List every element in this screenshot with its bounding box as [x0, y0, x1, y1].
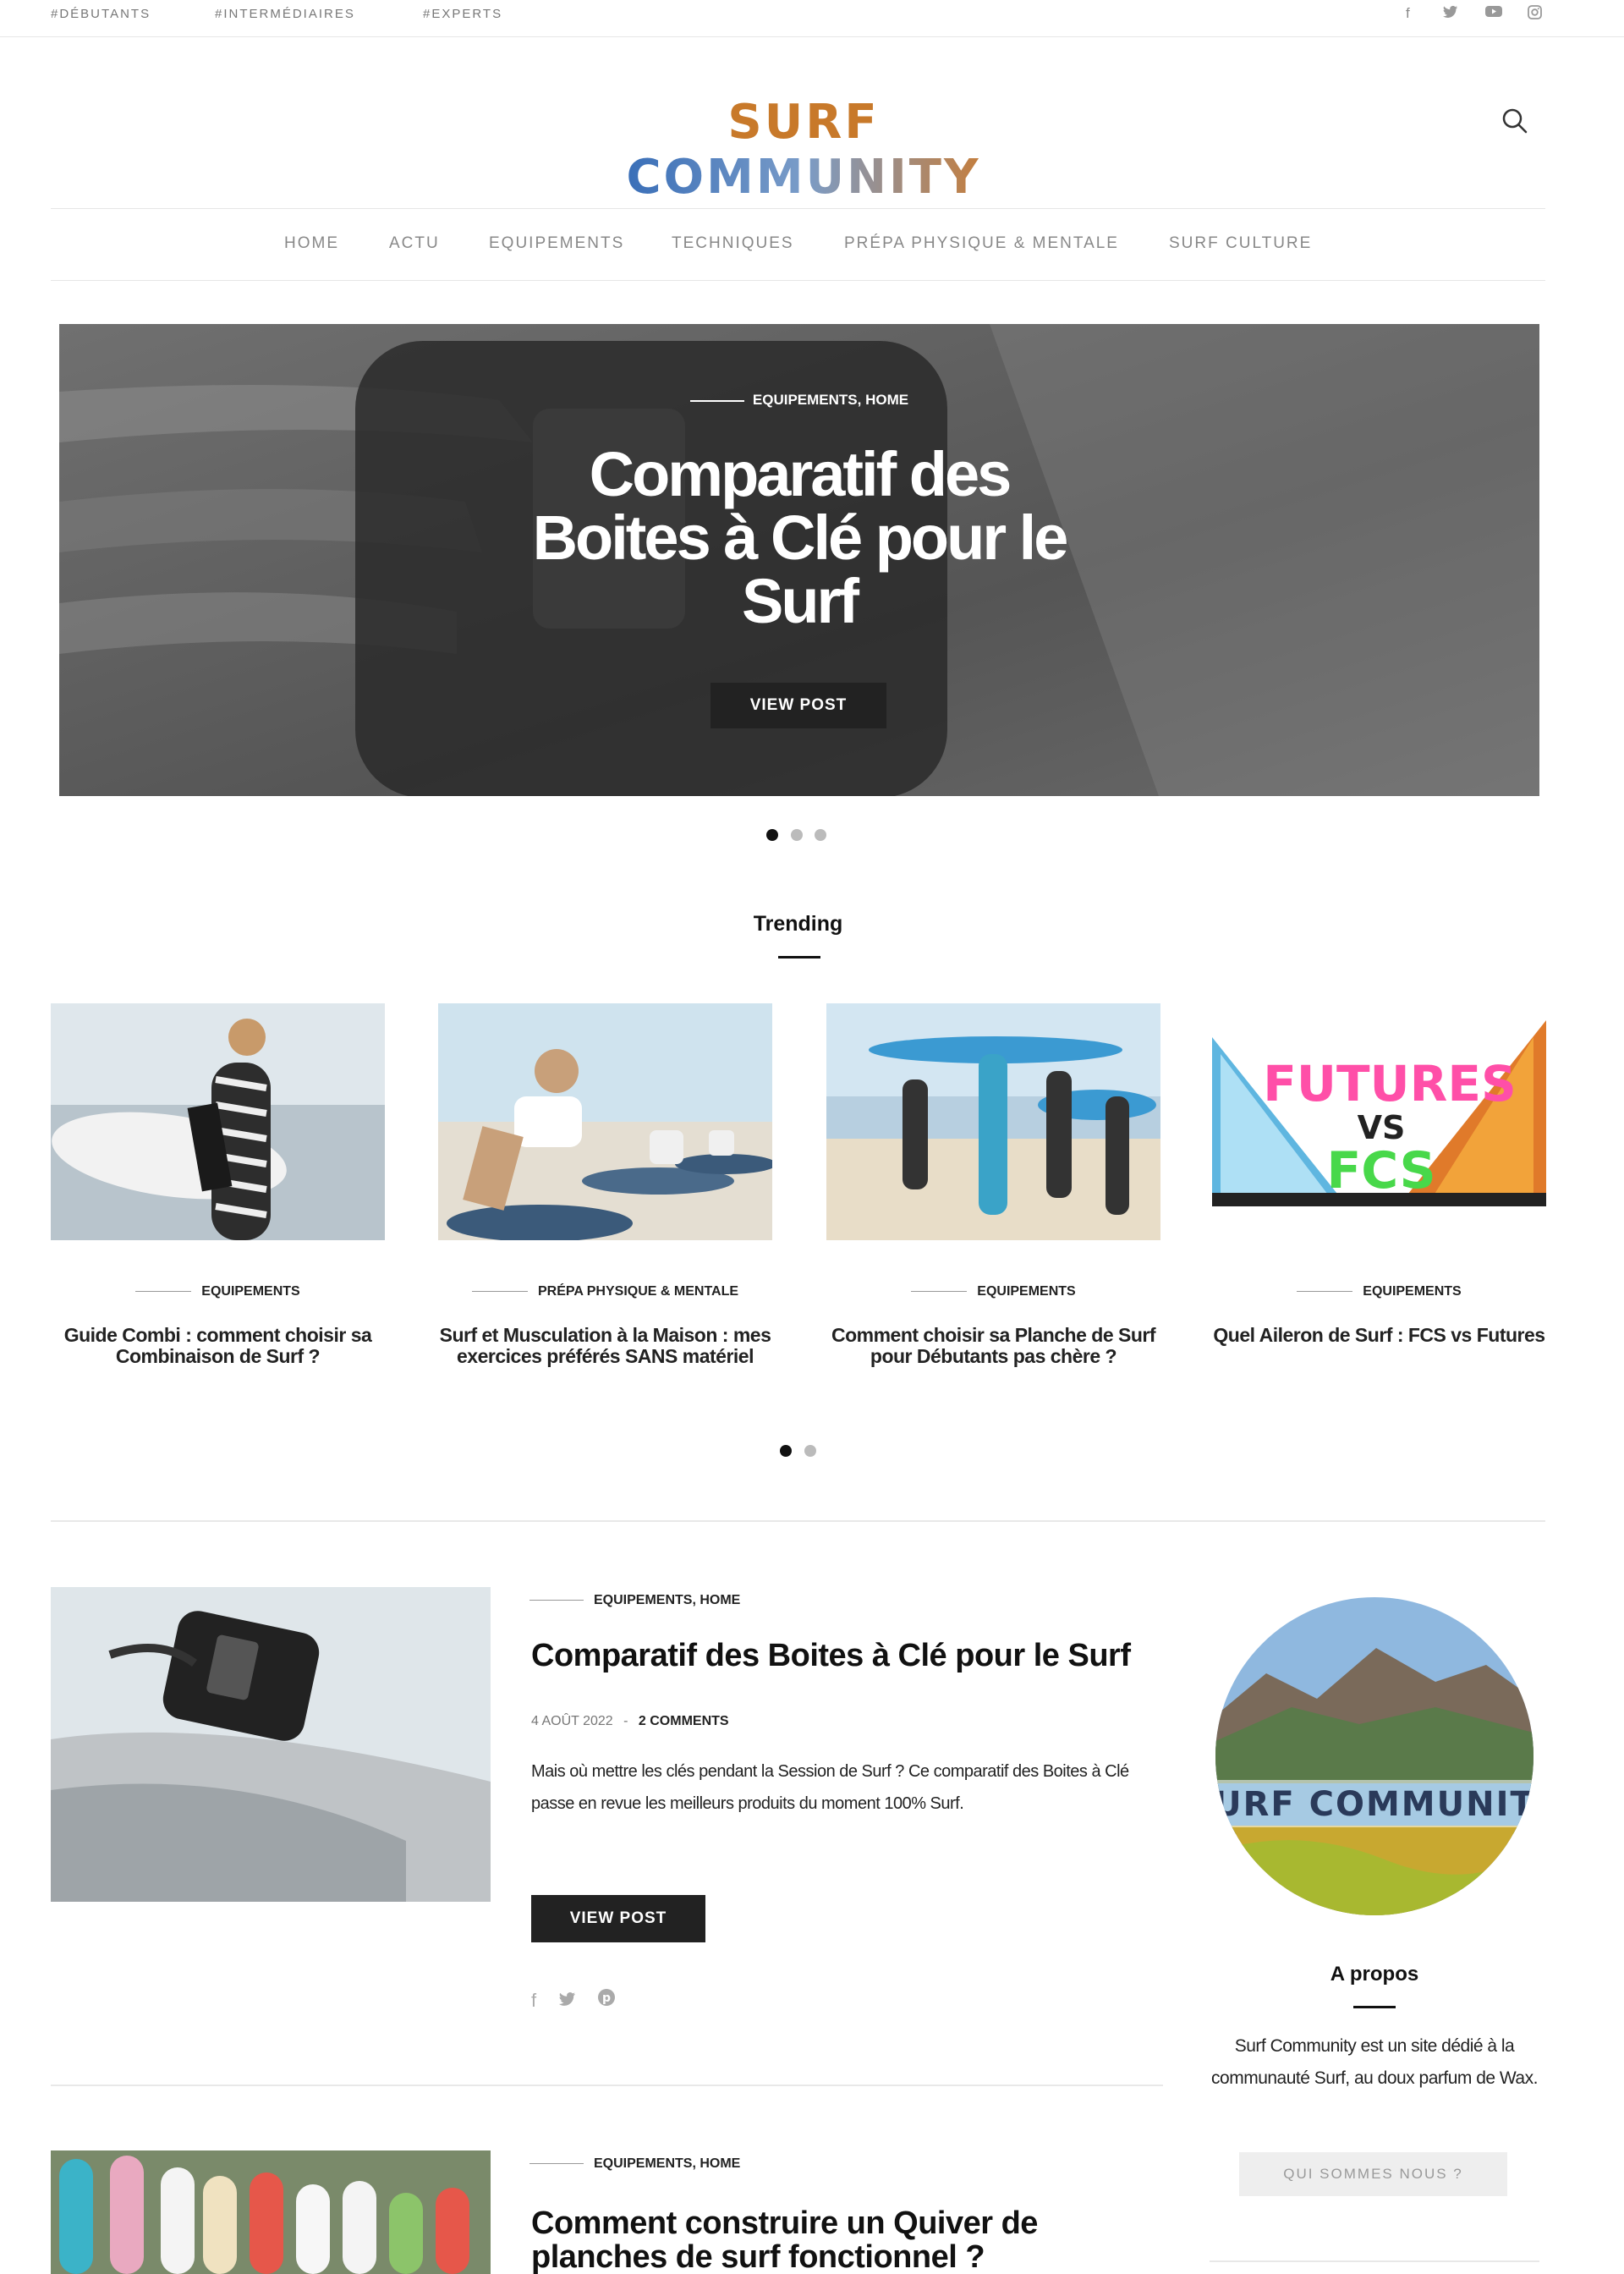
site-logo[interactable]: SURF COMMUNITY [592, 95, 1015, 205]
trending-title[interactable]: Guide Combi : comment choisir sa Combina… [51, 1325, 385, 1367]
category-rule [471, 1291, 528, 1293]
hero-slider[interactable]: EQUIPEMENTS, HOME Comparatif des Boites … [59, 324, 1539, 796]
post-comments-link[interactable]: 2 COMMENTS [639, 1714, 729, 1728]
share-pinterest-icon[interactable]: p [597, 1989, 616, 2011]
nav-surf-culture[interactable]: SURF CULTURE [1169, 234, 1312, 253]
hero-dot-2[interactable] [791, 829, 803, 841]
nav-equipements[interactable]: EQUIPEMENTS [489, 234, 624, 253]
section-divider [51, 1520, 1545, 1522]
post-title[interactable]: Comparatif des Boites à Clé pour le Surf [531, 1639, 1131, 1673]
trending-category[interactable]: EQUIPEMENTS [1212, 1284, 1546, 1299]
tag-debutants[interactable]: #DÉBUTANTS [51, 7, 151, 21]
trending-card[interactable]: EQUIPEMENTS Guide Combi : comment choisi… [51, 1003, 385, 1367]
post-category-text: EQUIPEMENTS, HOME [594, 2156, 741, 2171]
trending-thumbnail[interactable]: FUTURES VS FCS [1212, 1003, 1546, 1240]
trending-card[interactable]: PRÉPA PHYSIQUE & MENTALE Surf et Muscula… [438, 1003, 772, 1367]
trending-dot-2[interactable] [804, 1445, 816, 1457]
trending-card[interactable]: EQUIPEMENTS Comment choisir sa Planche d… [826, 1003, 1160, 1367]
post-thumbnail[interactable] [51, 1587, 491, 1902]
futures-label: FUTURES [1263, 1055, 1516, 1112]
share-twitter-icon[interactable] [558, 1990, 582, 2011]
trending-thumbnail[interactable] [438, 1003, 772, 1240]
about-image-caption: SURF COMMUNITY [1215, 1785, 1533, 1824]
hero-dot-1[interactable] [766, 829, 778, 841]
trending-title[interactable]: Comment choisir sa Planche de Surf pour … [826, 1325, 1160, 1367]
trending-category[interactable]: EQUIPEMENTS [51, 1284, 385, 1299]
category-rule [135, 1291, 192, 1293]
post-title[interactable]: Comment construire un Quiver de planches… [531, 2206, 1140, 2274]
trending-thumbnail[interactable] [826, 1003, 1160, 1240]
nav-home[interactable]: HOME [284, 234, 339, 253]
main-nav: HOME ACTU EQUIPEMENTS TECHNIQUES PRÉPA P… [51, 208, 1545, 281]
trending-category[interactable]: EQUIPEMENTS [826, 1284, 1160, 1299]
category-rule [911, 1291, 968, 1293]
tag-experts[interactable]: #EXPERTS [423, 7, 502, 21]
post-divider [51, 2084, 1163, 2086]
facebook-icon[interactable]: f [1406, 5, 1410, 22]
post-view-post-button[interactable]: VIEW POST [531, 1895, 705, 1942]
category-rule [529, 2163, 584, 2165]
fcs-label: FCS [1326, 1141, 1435, 1200]
twitter-icon[interactable] [1443, 5, 1458, 23]
about-underline [1353, 2006, 1396, 2008]
search-icon[interactable] [1501, 107, 1529, 135]
trending-title[interactable]: Quel Aileron de Surf : FCS vs Futures [1212, 1325, 1546, 1346]
trending-underline [778, 956, 820, 958]
share-facebook-icon[interactable]: f [531, 1990, 536, 2011]
logo-word-community: COMMUNITY [626, 150, 981, 205]
category-rule [689, 399, 744, 402]
trending-category[interactable]: PRÉPA PHYSIQUE & MENTALE [438, 1284, 772, 1299]
about-us-button[interactable]: QUI SOMMES NOUS ? [1239, 2152, 1507, 2196]
trending-dot-1[interactable] [780, 1445, 792, 1457]
about-heading: A propos [1330, 1963, 1419, 1986]
trending-category-text: EQUIPEMENTS [201, 1284, 300, 1299]
nav-actu[interactable]: ACTU [389, 234, 440, 253]
trending-thumbnail[interactable] [51, 1003, 385, 1240]
nav-techniques[interactable]: TECHNIQUES [672, 234, 794, 253]
about-image: SURF COMMUNITY [1215, 1597, 1533, 1915]
category-rule [529, 1600, 584, 1601]
trending-card[interactable]: FUTURES VS FCS EQUIPEMENTS Quel Aileron … [1212, 1003, 1546, 1346]
trending-heading: Trending [753, 912, 843, 936]
post-category-text: EQUIPEMENTS, HOME [594, 1593, 741, 1607]
category-rule [1297, 1291, 1353, 1293]
about-text: Surf Community est un site dédié à la co… [1211, 2036, 1538, 2088]
post-meta: 4 AOÛT 2022 - 2 COMMENTS [531, 1714, 729, 1728]
hero-view-post-button[interactable]: VIEW POST [710, 683, 886, 728]
trending-category-text: PRÉPA PHYSIQUE & MENTALE [537, 1284, 739, 1299]
hero-dot-3[interactable] [815, 829, 826, 841]
instagram-icon[interactable] [1528, 5, 1542, 24]
tag-intermediaires[interactable]: #INTERMÉDIAIRES [215, 7, 355, 21]
youtube-icon[interactable] [1485, 5, 1502, 22]
trending-title[interactable]: Surf et Musculation à la Maison : mes ex… [438, 1325, 772, 1367]
post-category[interactable]: EQUIPEMENTS, HOME [529, 1593, 740, 1608]
post-thumbnail[interactable] [51, 2150, 491, 2274]
trending-category-text: EQUIPEMENTS [977, 1284, 1076, 1299]
post-category[interactable]: EQUIPEMENTS, HOME [529, 2156, 740, 2172]
post-share: f p [531, 1988, 616, 2012]
post-date: 4 AOÛT 2022 [531, 1714, 613, 1728]
top-bar: #DÉBUTANTS #INTERMÉDIAIRES #EXPERTS f [0, 0, 1624, 37]
post-excerpt: Mais où mettre les clés pendant la Sessi… [531, 1762, 1129, 1813]
nav-prepa-physique[interactable]: PRÉPA PHYSIQUE & MENTALE [844, 234, 1119, 253]
logo-word-surf: SURF [727, 95, 880, 150]
trending-category-text: EQUIPEMENTS [1363, 1284, 1462, 1299]
sidebar-divider [1210, 2260, 1539, 2262]
svg-text:p: p [602, 1991, 611, 2005]
hero-title[interactable]: Comparatif des Boites à Clé pour le Surf [499, 442, 1100, 633]
hero-category-text: EQUIPEMENTS, HOME [752, 392, 909, 408]
hero-category[interactable]: EQUIPEMENTS, HOME [59, 392, 1539, 409]
